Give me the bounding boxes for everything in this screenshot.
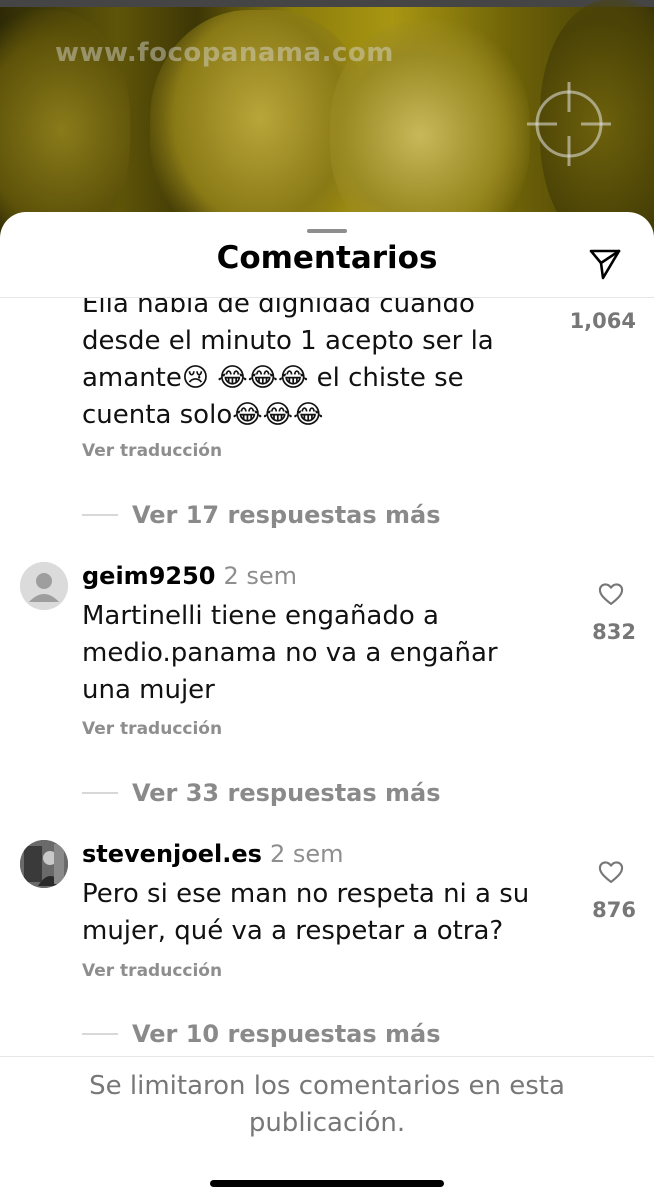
comment-line: Pero si ese man no respeta ni a su (82, 879, 530, 909)
comment-line: cuenta solo😂😂😂 (82, 400, 324, 430)
status-strip (0, 0, 654, 7)
comment-line: medio.panama no va a engañar (82, 638, 498, 668)
see-translation-link[interactable]: Ver traducción (82, 441, 222, 461)
see-translation-link[interactable]: Ver traducción (82, 961, 222, 981)
like-count: 832 (592, 620, 636, 644)
username[interactable]: stevenjoel.es (82, 840, 262, 868)
comment-line: desde el minuto 1 acepto ser la (82, 326, 494, 356)
home-indicator[interactable] (210, 1180, 444, 1187)
timestamp: 2 sem (269, 840, 344, 868)
avatar[interactable] (20, 840, 68, 888)
comment-line: mujer, qué va a respetar a otra? (82, 916, 504, 946)
sheet-title: Comentarios (216, 240, 438, 276)
comment-text: Ella habla de dignidad cuando desde el m… (82, 298, 562, 434)
heart-icon[interactable] (597, 858, 625, 886)
view-replies-button[interactable]: Ver 17 respuestas más (82, 501, 441, 529)
timestamp: 2 sem (223, 562, 298, 590)
view-replies-label: Ver 17 respuestas más (132, 501, 441, 529)
view-replies-label: Ver 10 respuestas más (132, 1020, 441, 1048)
view-replies-label: Ver 33 respuestas más (132, 779, 441, 807)
replies-line (82, 1033, 118, 1035)
notice-line: publicación. (248, 1108, 406, 1138)
comment-line: Ella habla de dignidad cuando (82, 298, 475, 319)
comment-line: amante😢 😂😂😂 el chiste se (82, 363, 464, 393)
comment-line: Martinelli tiene engañado a (82, 601, 439, 631)
avatar[interactable] (20, 562, 68, 610)
comment-header: geim9250 2 sem (82, 562, 297, 590)
comment-text: Pero si ese man no respeta ni a su mujer… (82, 876, 562, 950)
profile-photo-icon (20, 840, 68, 888)
drag-handle[interactable] (307, 229, 347, 233)
like-count: 876 (592, 898, 636, 922)
comments-limited-notice: Se limitaron los comentarios en esta pub… (0, 1068, 654, 1142)
username[interactable]: geim9250 (82, 562, 216, 590)
watermark: www.focopanama.com (55, 38, 394, 68)
comments-sheet: Comentarios Ella habla de dignidad cuand… (0, 212, 654, 1200)
send-icon[interactable] (587, 246, 623, 282)
comment-line: una mujer (82, 675, 215, 705)
replies-line (82, 514, 118, 516)
notice-line: Se limitaron los comentarios en esta (89, 1071, 565, 1101)
crosshair-icon (527, 82, 611, 166)
see-translation-link[interactable]: Ver traducción (82, 719, 222, 739)
comment-header: stevenjoel.es 2 sem (82, 840, 344, 868)
like-count: 1,064 (569, 309, 636, 333)
default-avatar-icon (20, 562, 68, 610)
comments-list[interactable]: Ella habla de dignidad cuando desde el m… (0, 298, 654, 1056)
replies-line (82, 792, 118, 794)
view-replies-button[interactable]: Ver 10 respuestas más (82, 1020, 441, 1048)
view-replies-button[interactable]: Ver 33 respuestas más (82, 779, 441, 807)
footer-divider (0, 1056, 654, 1057)
heart-icon[interactable] (597, 580, 625, 608)
comment-text: Martinelli tiene engañado a medio.panama… (82, 598, 562, 709)
